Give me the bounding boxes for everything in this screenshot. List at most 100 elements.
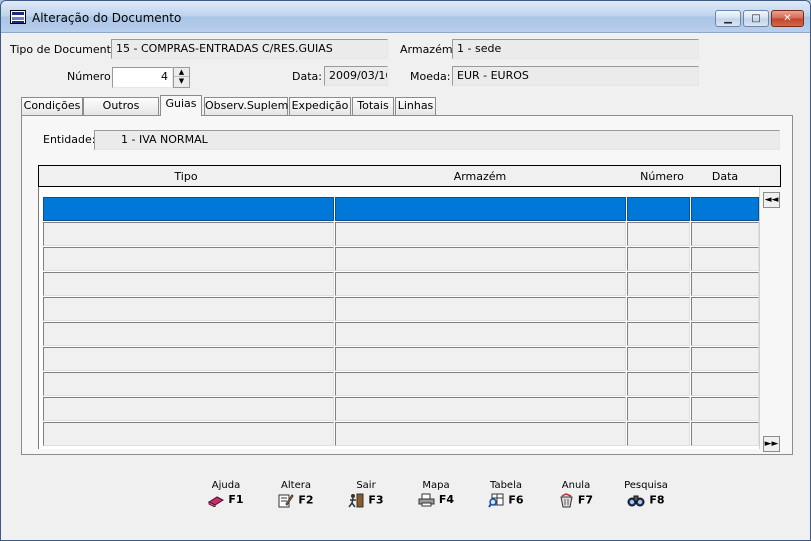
table-cell-data[interactable] [691, 297, 759, 321]
numero-label: Número: [67, 70, 115, 83]
ajuda-f1-button[interactable]: Ajuda F1 [196, 480, 256, 509]
table-row[interactable] [43, 222, 759, 246]
table-cell-tipo[interactable] [43, 197, 334, 221]
spin-down-icon[interactable]: ▼ [174, 77, 189, 86]
app-icon [10, 10, 26, 24]
tab-outros-custos[interactable]: Outros Custos [83, 97, 159, 128]
guias-grid[interactable] [38, 187, 760, 449]
table-cell-numero[interactable] [627, 397, 690, 421]
table-cell-tipo[interactable] [43, 322, 334, 346]
numero-spinner[interactable]: ▲ ▼ [173, 67, 190, 88]
table-cell-armazem[interactable] [335, 397, 626, 421]
window-title: Alteração do Documento [32, 11, 182, 25]
table-cell-tipo[interactable] [43, 297, 334, 321]
table-cell-numero[interactable] [627, 222, 690, 246]
table-cell-armazem[interactable] [335, 272, 626, 296]
col-header-armazem[interactable]: Armazém [333, 170, 627, 183]
table-cell-tipo[interactable] [43, 272, 334, 296]
table-cell-tipo[interactable] [43, 222, 334, 246]
col-header-tipo[interactable]: Tipo [39, 170, 333, 183]
table-cell-data[interactable] [691, 197, 759, 221]
document-edit-window: Alteração do Documento ▁ □ ✕ Tipo de Doc… [0, 0, 811, 541]
table-cell-data[interactable] [691, 272, 759, 296]
table-cell-data[interactable] [691, 397, 759, 421]
table-cell-numero[interactable] [627, 297, 690, 321]
tab-expedicao[interactable]: Expedição [289, 97, 351, 116]
table-cell-numero[interactable] [627, 197, 690, 221]
numero-input[interactable]: 4 [112, 67, 173, 88]
table-cell-armazem[interactable] [335, 247, 626, 271]
scroll-bottom-button[interactable]: ►► [763, 436, 780, 452]
tabela-f6-button[interactable]: Tabela F6 [476, 480, 536, 509]
table-cell-tipo[interactable] [43, 347, 334, 371]
trash-bin-icon [560, 493, 573, 508]
table-cell-numero[interactable] [627, 272, 690, 296]
table-cell-tipo[interactable] [43, 397, 334, 421]
table-row[interactable] [43, 197, 759, 221]
armazem-field[interactable]: 1 - sede [452, 39, 699, 59]
col-header-data[interactable]: Data [697, 170, 753, 183]
altera-caption: Altera [281, 480, 311, 491]
table-cell-tipo[interactable] [43, 422, 334, 446]
table-row[interactable] [43, 247, 759, 271]
entidade-field[interactable]: 1 - IVA NORMAL [94, 130, 780, 150]
altera-f2-button[interactable]: Altera F2 [266, 480, 326, 509]
altera-key: F2 [298, 493, 314, 507]
pesquisa-f8-button[interactable]: Pesquisa F8 [616, 480, 676, 509]
title-bar[interactable]: Alteração do Documento ▁ □ ✕ [1, 1, 810, 33]
tab-observ-suplem[interactable]: Observ.Suplem. [204, 97, 292, 116]
close-button[interactable]: ✕ [771, 10, 804, 27]
table-cell-numero[interactable] [627, 322, 690, 346]
data-field[interactable]: 2009/03/16 [324, 66, 388, 86]
table-row[interactable] [43, 347, 759, 371]
table-cell-data[interactable] [691, 322, 759, 346]
table-cell-tipo[interactable] [43, 372, 334, 396]
table-cell-armazem[interactable] [335, 222, 626, 246]
tab-guias[interactable]: Guias [160, 95, 202, 116]
mapa-f4-button[interactable]: Mapa F4 [406, 480, 466, 509]
moeda-label: Moeda: [410, 70, 451, 83]
tab-linhas[interactable]: Linhas [395, 97, 436, 116]
table-cell-armazem[interactable] [335, 322, 626, 346]
table-cell-armazem[interactable] [335, 197, 626, 221]
table-cell-armazem[interactable] [335, 297, 626, 321]
sair-f3-button[interactable]: Sair F3 [336, 480, 396, 509]
table-cell-numero[interactable] [627, 347, 690, 371]
table-cell-data[interactable] [691, 372, 759, 396]
table-search-icon [488, 493, 504, 508]
maximize-button[interactable]: □ [743, 10, 769, 27]
spin-up-icon[interactable]: ▲ [174, 68, 189, 77]
tipo-documento-label: Tipo de Documento: [10, 43, 122, 56]
table-cell-tipo[interactable] [43, 247, 334, 271]
minimize-button[interactable]: ▁ [715, 10, 741, 27]
tab-totais[interactable]: Totais [352, 97, 394, 116]
ajuda-caption: Ajuda [211, 480, 241, 491]
tipo-documento-field[interactable]: 15 - COMPRAS-ENTRADAS C/RES.GUIAS [111, 39, 388, 59]
tabela-key: F6 [508, 493, 524, 507]
scroll-top-button[interactable]: ◄◄ [763, 192, 780, 208]
table-cell-numero[interactable] [627, 247, 690, 271]
table-row[interactable] [43, 397, 759, 421]
table-cell-numero[interactable] [627, 372, 690, 396]
table-row[interactable] [43, 372, 759, 396]
table-cell-data[interactable] [691, 222, 759, 246]
anula-f7-button[interactable]: Anula F7 [546, 480, 606, 509]
table-cell-numero[interactable] [627, 422, 690, 446]
table-cell-armazem[interactable] [335, 372, 626, 396]
tabela-caption: Tabela [490, 480, 522, 491]
double-right-arrow-icon: ►► [764, 439, 779, 449]
table-row[interactable] [43, 297, 759, 321]
table-cell-data[interactable] [691, 347, 759, 371]
moeda-field[interactable]: EUR - EUROS [452, 66, 699, 86]
table-cell-armazem[interactable] [335, 422, 626, 446]
table-row[interactable] [43, 422, 759, 446]
double-left-arrow-icon: ◄◄ [764, 195, 779, 205]
table-row[interactable] [43, 322, 759, 346]
table-cell-data[interactable] [691, 422, 759, 446]
table-cell-data[interactable] [691, 247, 759, 271]
mapa-caption: Mapa [422, 480, 450, 491]
table-row[interactable] [43, 272, 759, 296]
table-cell-armazem[interactable] [335, 347, 626, 371]
tab-condicoes[interactable]: Condições [21, 97, 83, 116]
col-header-numero[interactable]: Número [627, 170, 697, 183]
